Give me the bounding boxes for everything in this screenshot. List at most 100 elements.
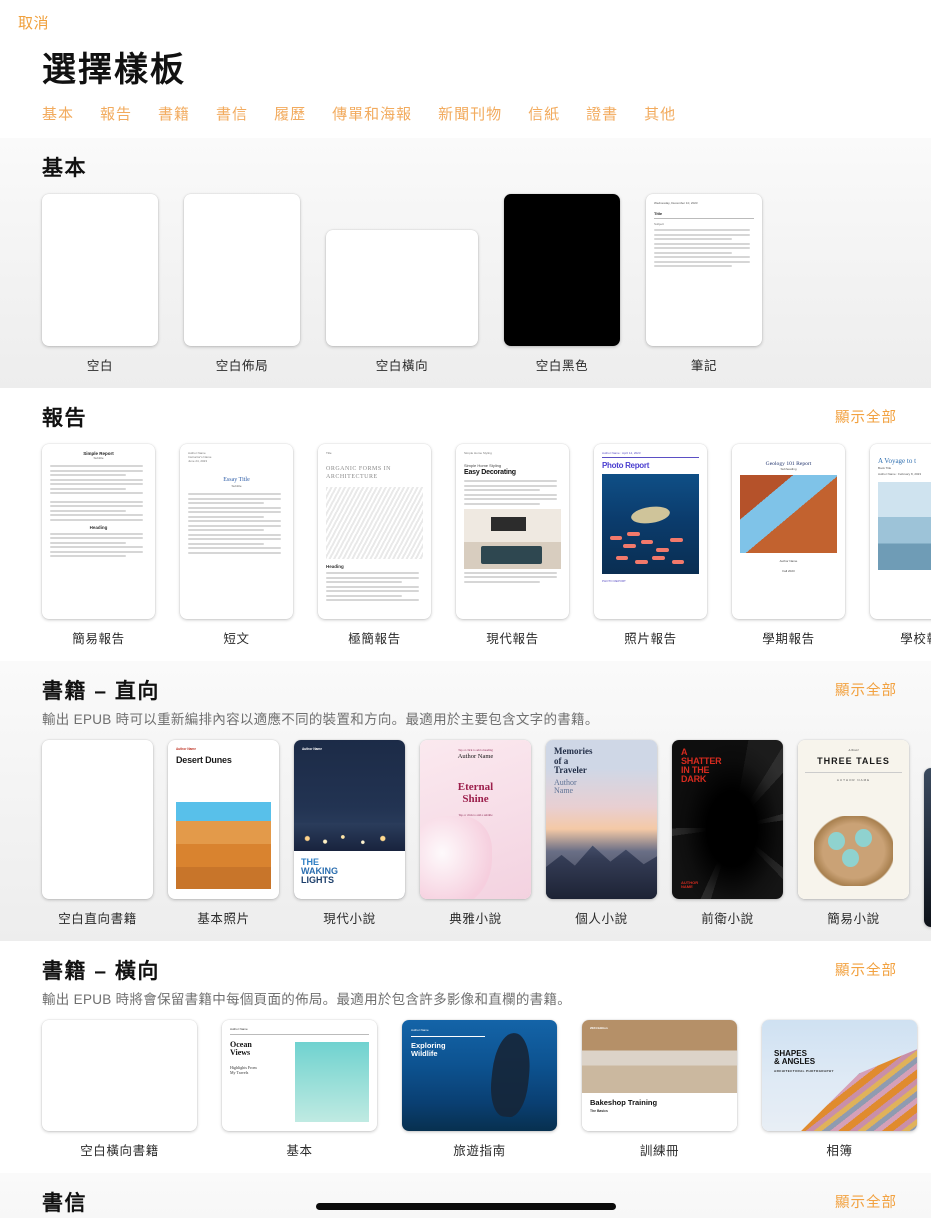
tab-7[interactable]: 信紙: [528, 103, 560, 124]
page-title: 選擇樣板: [42, 51, 186, 89]
template-thumbnail[interactable]: [504, 194, 620, 346]
show-all-button[interactable]: 顯示全部: [835, 955, 897, 980]
template-thumbnail[interactable]: [42, 740, 153, 899]
template-thumbnail[interactable]: A SHATTER IN THE DARK AUTHOR NAME: [672, 740, 783, 899]
template-cell[interactable]: SHAPES & ANGLES ARCHITECTURAL PHOTOGRAPHY 相…: [762, 1020, 917, 1159]
show-all-button[interactable]: 顯示全部: [835, 675, 897, 700]
top-bar: 取消: [0, 0, 931, 40]
template-cell[interactable]: A SHATTER IN THE DARK AUTHOR NAME 前衛小說: [672, 740, 783, 927]
template-thumbnail[interactable]: [42, 194, 158, 346]
template-row: 空白直向書籍 Author Name Desert Dunes 基本照片 Author …: [0, 740, 931, 927]
template-cell[interactable]: A Voyage to t Book Title Author Name : Feb…: [870, 444, 931, 647]
template-caption: 筆記: [690, 359, 718, 373]
section-title: 書信: [42, 1192, 87, 1215]
template-cell[interactable]: 空白佈局: [184, 194, 300, 374]
template-cell[interactable]: Author Name Instructor's Name June 24, 202…: [180, 444, 293, 647]
template-cell[interactable]: Tap or click to add a heading Author Name…: [420, 740, 531, 927]
template-row: 空白橫向書籍 Author Name Ocean Views Highlights Fr…: [0, 1020, 931, 1159]
template-caption: 訓練冊: [639, 1144, 680, 1158]
section-title: 書籍 – 橫向: [42, 960, 160, 983]
section-title: 基本: [42, 157, 87, 180]
template-thumbnail[interactable]: A Voyage to t Book Title Author Name : Feb…: [870, 444, 931, 619]
template-chooser-screen: 取消 選擇樣板 基本 報告 書籍 書信 履歷 傳單和海報 新聞刊物 信紙 證書 其他 基本 空白 空白…: [0, 0, 931, 1218]
template-thumbnail[interactable]: Title ORGANIC FORMS IN ARCHITECTURE Headin…: [318, 444, 431, 619]
cancel-button[interactable]: 取消: [18, 15, 49, 32]
template-caption: 空白直向書籍: [58, 912, 137, 926]
template-thumbnail[interactable]: 2024 Edition Bakeshop Training The Basics: [582, 1020, 737, 1131]
sections-container: 基本空白 空白佈局 空白橫向 空白黑色 Wednesday, December 10, …: [0, 138, 931, 1218]
template-caption: 學校報告: [900, 632, 931, 646]
tab-5[interactable]: 傳單和海報: [332, 103, 412, 124]
template-caption: 個人小說: [575, 912, 628, 926]
template-thumbnail[interactable]: [42, 1020, 197, 1131]
template-caption: 照片報告: [624, 632, 677, 646]
template-caption: 前衛小說: [701, 912, 754, 926]
template-cell[interactable]: Geology 101 Report Subheading Author Name F…: [732, 444, 845, 647]
template-caption: 空白黑色: [535, 359, 589, 373]
template-cell[interactable]: A Novel THREE TALES AUTHOR NAME 簡易小說: [798, 740, 909, 927]
template-caption: 簡易小說: [827, 912, 880, 926]
template-thumbnail[interactable]: Author Name Ocean Views Highlights From My T…: [222, 1020, 377, 1131]
template-caption: 空白: [86, 359, 114, 373]
section-title: 報告: [42, 407, 87, 430]
template-cell[interactable]: Author Name : April 14, 2023 Photo Report…: [594, 444, 707, 647]
tab-3[interactable]: 書信: [216, 103, 248, 124]
template-cell[interactable]: Simple Report Subtitle Heading 簡易報告: [42, 444, 155, 647]
template-caption: 空白佈局: [215, 359, 269, 373]
template-cell[interactable]: 空白: [42, 194, 158, 374]
template-thumbnail[interactable]: Author Name : April 14, 2023 Photo Report…: [594, 444, 707, 619]
template-caption: 相簿: [826, 1144, 853, 1158]
template-cell[interactable]: 空白橫向: [326, 230, 478, 374]
template-thumbnail[interactable]: Simple Report Subtitle Heading: [42, 444, 155, 619]
template-caption: 現代小說: [323, 912, 376, 926]
template-thumbnail[interactable]: Simple Home Styling Simple Home Styling Ea…: [456, 444, 569, 619]
template-cell[interactable]: Simple Home Styling Simple Home Styling Ea…: [456, 444, 569, 647]
template-cell[interactable]: 2024 Edition Bakeshop Training The Basics 訓…: [582, 1020, 737, 1159]
template-thumbnail[interactable]: Memories of a Traveler Author Name: [546, 740, 657, 899]
template-thumbnail[interactable]: Author Name THE WAKING LIGHTS: [294, 740, 405, 899]
template-cell[interactable]: Author Name Desert Dunes 基本照片: [168, 740, 279, 927]
template-cell[interactable]: [924, 768, 931, 927]
template-caption: 空白橫向: [375, 359, 429, 373]
template-cell[interactable]: Author Name Exploring Wildlife 旅遊指南: [402, 1020, 557, 1159]
template-thumbnail[interactable]: Tap or click to add a heading Author Name…: [420, 740, 531, 899]
template-thumbnail[interactable]: Wednesday, December 10, 2023 Title Subject: [646, 194, 762, 346]
template-row: 空白 空白佈局 空白橫向 空白黑色 Wednesday, December 10, 20…: [0, 194, 931, 374]
template-cell[interactable]: Title ORGANIC FORMS IN ARCHITECTURE Headin…: [318, 444, 431, 647]
template-cell[interactable]: 空白黑色: [504, 194, 620, 374]
tab-6[interactable]: 新聞刊物: [438, 103, 502, 124]
show-all-button[interactable]: 顯示全部: [835, 1187, 897, 1212]
tab-1[interactable]: 報告: [100, 103, 132, 124]
show-all-button[interactable]: 顯示全部: [835, 402, 897, 427]
tab-0[interactable]: 基本: [42, 103, 74, 124]
tab-2[interactable]: 書籍: [158, 103, 190, 124]
section-subtitle: 輸出 EPUB 時將會保留書籍中每個頁面的佈局。最適用於包含許多影像和直欄的書籍…: [42, 992, 572, 1007]
template-cell[interactable]: Author Name THE WAKING LIGHTS 現代小說: [294, 740, 405, 927]
template-thumbnail[interactable]: SHAPES & ANGLES ARCHITECTURAL PHOTOGRAPHY: [762, 1020, 917, 1131]
section-subtitle: 輸出 EPUB 時可以重新編排內容以適應不同的裝置和方向。最適用於主要包含文字的…: [42, 712, 599, 727]
template-cell[interactable]: 空白橫向書籍: [42, 1020, 197, 1159]
section-basic: 基本空白 空白佈局 空白橫向 空白黑色 Wednesday, December 10, …: [0, 138, 931, 388]
template-thumbnail[interactable]: Author Name Exploring Wildlife: [402, 1020, 557, 1131]
template-cell[interactable]: Wednesday, December 10, 2023 Title Subject…: [646, 194, 762, 374]
template-caption: 現代報告: [486, 632, 539, 646]
template-caption: 學期報告: [762, 632, 815, 646]
tab-4[interactable]: 履歷: [274, 103, 306, 124]
template-thumbnail[interactable]: [924, 768, 931, 927]
category-tab-bar: 基本 報告 書籍 書信 履歷 傳單和海報 新聞刊物 信紙 證書 其他: [0, 91, 931, 138]
template-thumbnail[interactable]: [184, 194, 300, 346]
template-thumbnail[interactable]: [326, 230, 478, 346]
template-cell[interactable]: 空白直向書籍: [42, 740, 153, 927]
template-caption: 極簡報告: [348, 632, 401, 646]
template-cell[interactable]: Memories of a Traveler Author Name 個人小說: [546, 740, 657, 927]
template-thumbnail[interactable]: Author Name Instructor's Name June 24, 202…: [180, 444, 293, 619]
template-cell[interactable]: Author Name Ocean Views Highlights From My T…: [222, 1020, 377, 1159]
tab-8[interactable]: 證書: [586, 103, 618, 124]
section-books-portrait: 書籍 – 直向 顯示全部 輸出 EPUB 時可以重新編排內容以適應不同的裝置和方向。…: [0, 661, 931, 941]
template-thumbnail[interactable]: Geology 101 Report Subheading Author Name F…: [732, 444, 845, 619]
template-thumbnail[interactable]: Author Name Desert Dunes: [168, 740, 279, 899]
tab-9[interactable]: 其他: [644, 103, 676, 124]
template-thumbnail[interactable]: A Novel THREE TALES AUTHOR NAME: [798, 740, 909, 899]
home-indicator[interactable]: [315, 1203, 616, 1210]
template-caption: 旅遊指南: [453, 1144, 506, 1158]
